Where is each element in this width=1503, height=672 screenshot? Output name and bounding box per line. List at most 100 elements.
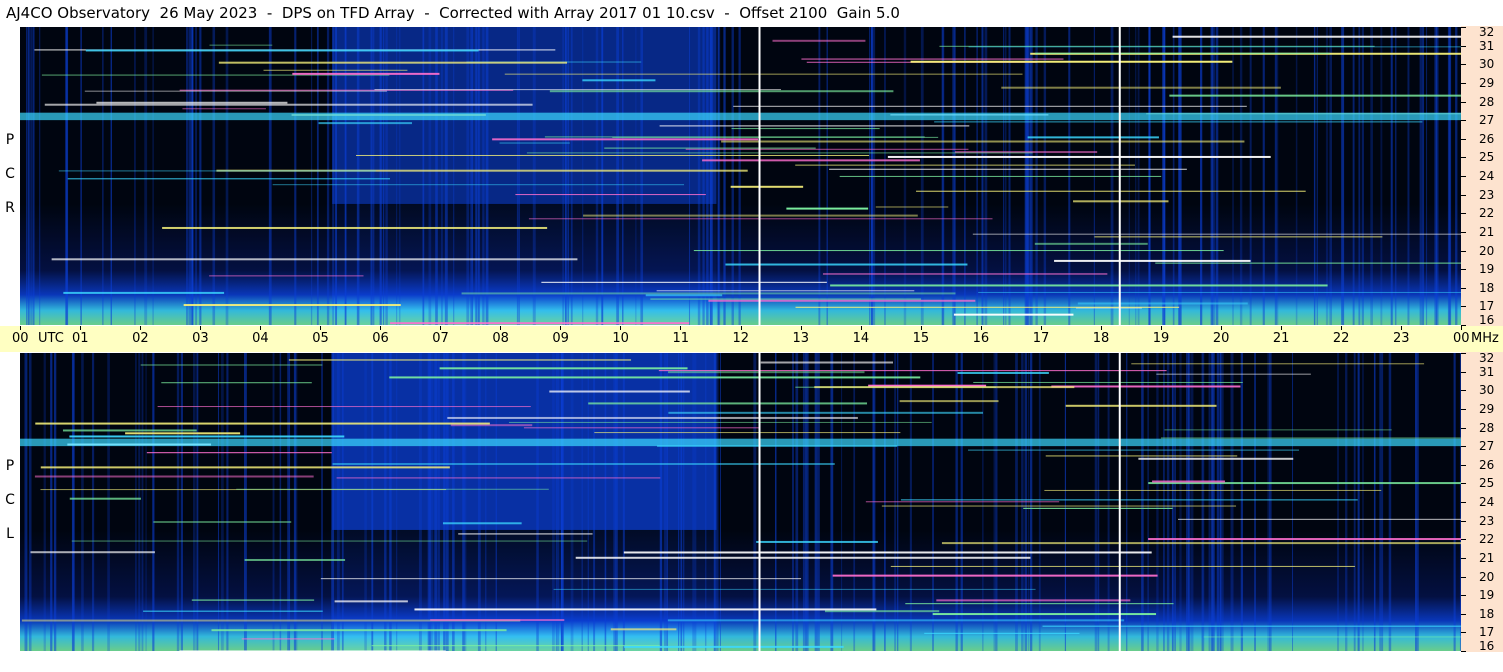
time-marker-line [758,353,761,651]
vertical-streak [1325,27,1329,325]
vertical-streak [1269,353,1272,651]
vertical-streak [336,353,340,651]
vertical-streak [26,353,28,651]
interference-line [604,147,816,149]
interference-line [162,226,548,229]
time-tick-label: 09 [552,331,569,346]
vertical-streak [516,27,518,325]
band-27mhz [20,438,1461,447]
interference-line [667,619,1125,622]
vertical-streak [331,353,334,651]
vertical-streak [28,27,30,325]
vertical-streak [335,27,338,325]
vertical-streak [196,353,199,651]
vertical-streak [452,353,455,651]
vertical-streak [702,27,705,325]
interference-line [51,258,578,261]
vertical-streak [26,27,28,325]
interference-line [645,294,723,297]
interference-line [1169,94,1461,97]
freq-tick-label: 18 [1479,280,1495,295]
vertical-streak [1172,27,1175,325]
interference-line [30,551,155,554]
interference-line [905,603,1174,605]
interference-line [978,291,1461,293]
interference-line [900,499,1358,501]
interference-line [934,121,1423,123]
interference-line [96,101,288,104]
interference-line [973,381,1243,383]
freq-tick-label: 17 [1479,625,1495,640]
freq-tick [1461,427,1466,429]
vertical-streak [680,353,683,651]
vertical-streak [1453,353,1456,651]
time-tick-label: 12 [732,331,750,346]
interference-line [272,184,685,186]
vertical-streak [1448,27,1452,325]
vertical-streak [138,353,141,651]
freq-tick [1461,520,1466,522]
freq-tick [1461,483,1466,485]
freq-tick-label: 23 [1479,513,1495,528]
time-tick [1040,326,1042,330]
vertical-streak [1295,27,1298,325]
vertical-streak [217,353,220,651]
interference-line [1054,259,1251,262]
freq-tick [1461,138,1466,140]
interference-line [730,185,804,188]
vertical-streak [389,353,392,651]
interference-line [968,449,1300,451]
freq-tick-label: 28 [1479,420,1495,435]
interference-line [146,452,332,454]
interference-line [515,194,706,196]
interference-line [544,136,925,138]
time-tick-label: 03 [192,331,209,346]
vertical-streak [841,353,843,651]
time-tick-label: 23 [1392,331,1410,346]
time-tick [200,326,202,330]
vertical-streak [225,27,229,325]
freq-tick-label: 21 [1479,224,1495,239]
freq-tick [1461,269,1466,271]
vertical-streak [1249,27,1252,325]
vertical-streak [272,353,275,651]
vertical-streak [615,353,618,651]
interference-line [1177,518,1461,520]
vertical-streak [279,353,282,651]
time-tick-label: 16 [972,331,990,346]
vertical-streak [356,27,359,325]
vertical-streak [565,27,568,325]
vertical-streak [1379,353,1383,651]
freq-tick-label: 16 [1479,313,1495,327]
interference-line [67,178,390,180]
interference-line [458,533,593,535]
time-tick-label: MHz [1471,331,1499,346]
vertical-streak [678,353,680,651]
vertical-streak [102,27,104,325]
time-tick-label: 20 [1212,331,1230,346]
vertical-streak [1388,353,1392,651]
vertical-streak [818,27,821,325]
freq-tick-label: 22 [1479,206,1495,221]
vertical-streak [1187,353,1191,651]
interference-line [658,370,1167,372]
interference-line [772,39,866,42]
vertical-streak [145,353,147,651]
vertical-streak [427,353,430,651]
interference-line [541,281,827,283]
freq-tick-label: 25 [1479,150,1495,165]
interference-line [211,629,507,632]
freq-tick-label: 23 [1479,187,1495,202]
pol-letter: P [5,132,15,148]
vertical-streak [370,27,373,325]
freq-tick-label: 21 [1479,550,1495,565]
time-tick [1280,326,1282,330]
vertical-streak [344,27,347,325]
vertical-streak [1064,353,1067,651]
time-tick [440,326,442,330]
time-tick [20,326,21,330]
interference-line [143,610,323,612]
vertical-streak [1147,353,1150,651]
vertical-streak [601,27,604,325]
freq-tick-label: 32 [1479,25,1495,39]
